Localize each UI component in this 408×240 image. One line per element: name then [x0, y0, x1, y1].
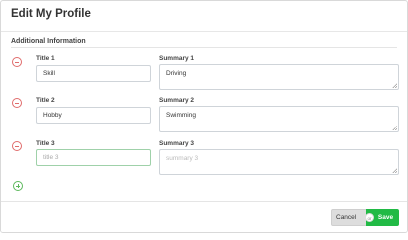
title-3-label: Title 3 [36, 140, 55, 147]
section-title: Additional Information [11, 38, 86, 45]
summary-3-textarea[interactable] [159, 149, 399, 175]
modal-title: Edit My Profile [11, 8, 91, 20]
summary-2-label: Summary 2 [159, 97, 195, 104]
summary-1-resize-handle[interactable] [392, 83, 397, 88]
title-1-input[interactable] [36, 65, 151, 82]
title-1-label: Title 1 [36, 55, 55, 62]
summary-1-label: Summary 1 [159, 55, 195, 62]
summary-3-resize-handle[interactable] [392, 168, 397, 173]
add-row-plus-icon[interactable] [13, 181, 23, 191]
summary-2-resize-handle[interactable] [392, 125, 397, 130]
cancel-button[interactable]: Cancel [331, 209, 369, 226]
title-2-label: Title 2 [36, 97, 55, 104]
or-divider-badge: or [365, 213, 374, 222]
title-2-input[interactable] [36, 107, 151, 124]
info-row-3: Title 3 Summary 3 [1, 139, 407, 189]
remove-row-2-minus-icon[interactable] [12, 98, 22, 108]
modal-header: Edit My Profile [1, 1, 407, 32]
edit-profile-modal: Edit My Profile Additional Information T… [0, 0, 408, 233]
summary-3-label: Summary 3 [159, 140, 195, 147]
modal-footer: Cancel or Save [1, 201, 407, 232]
summary-1-textarea[interactable]: Driving [159, 64, 399, 90]
section-divider [11, 47, 397, 48]
remove-row-3-minus-icon[interactable] [12, 141, 22, 151]
summary-2-textarea[interactable]: Swimming [159, 106, 399, 132]
remove-row-1-minus-icon[interactable] [12, 57, 22, 67]
title-3-input[interactable] [36, 149, 151, 166]
